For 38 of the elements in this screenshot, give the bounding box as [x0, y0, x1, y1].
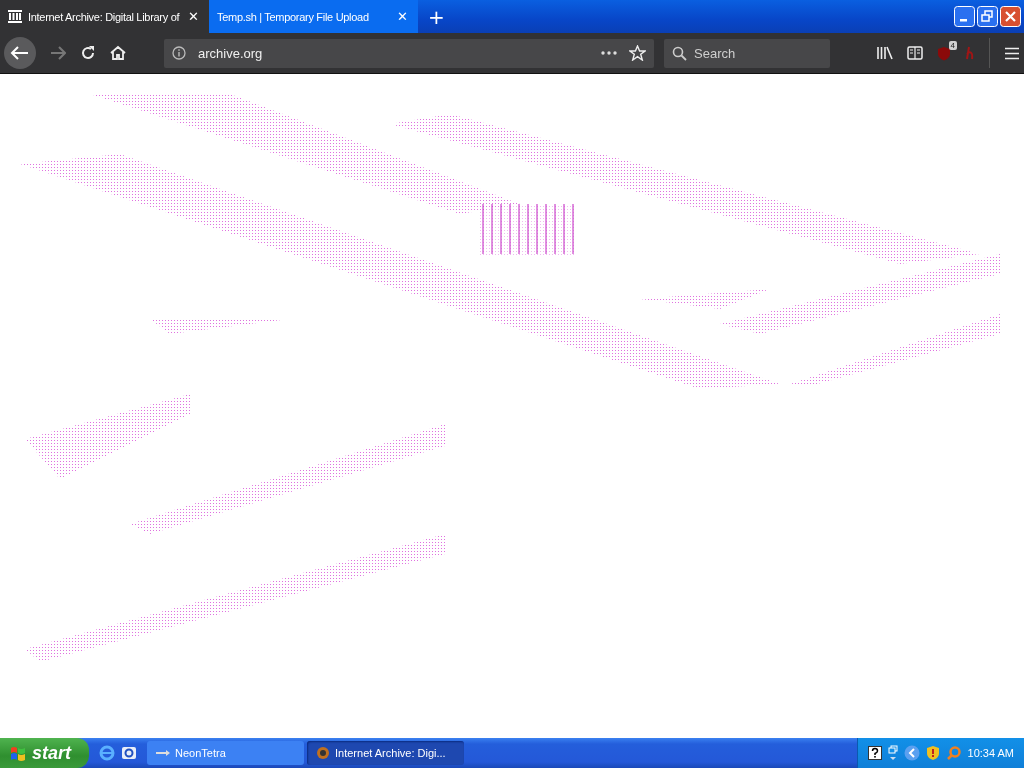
home-icon[interactable]: [110, 45, 126, 61]
browser-icon[interactable]: [99, 745, 115, 761]
search-icon: [672, 45, 687, 61]
app-icon: [315, 746, 331, 760]
info-icon[interactable]: [172, 46, 186, 60]
windows-icon[interactable]: [887, 745, 898, 761]
browser-tab[interactable]: Internet Archive: Digital Library of ✕: [0, 0, 209, 33]
address-bar[interactable]: archive.org: [164, 38, 654, 68]
sidebar-icon[interactable]: [907, 46, 923, 60]
close-tab-button[interactable]: ✕: [186, 9, 201, 24]
windows-flag-icon: [9, 745, 27, 763]
close-icon[interactable]: [1000, 6, 1021, 27]
start-button[interactable]: start: [0, 738, 89, 768]
minimize-icon[interactable]: [954, 6, 975, 27]
clock: 10:34 AM: [967, 747, 1014, 759]
search-field[interactable]: Search: [664, 38, 830, 68]
forward-arrow-icon[interactable]: [50, 46, 66, 60]
chevron-icon[interactable]: [903, 745, 920, 761]
close-tab-button[interactable]: ✕: [395, 9, 410, 24]
count-badge: 4: [948, 40, 957, 50]
shield-icon[interactable]: [925, 745, 940, 761]
shield-extension-icon[interactable]: [937, 45, 951, 61]
taskbar-window-button[interactable]: Internet Archive: Digi...: [307, 741, 464, 765]
more-actions-icon[interactable]: [601, 51, 617, 55]
restore-icon[interactable]: [977, 6, 998, 27]
url-text: archive.org: [198, 45, 264, 61]
browser-tab[interactable]: Temp.sh | Temporary File Upload ✕: [209, 0, 418, 33]
mail-icon[interactable]: [121, 745, 137, 761]
reload-icon[interactable]: [80, 45, 96, 61]
library-icon[interactable]: [876, 46, 893, 60]
bookmark-star-icon[interactable]: [629, 45, 646, 61]
tab-title: Internet Archive: Digital Library of: [28, 10, 181, 23]
tab-title: Temp.sh | Temporary File Upload: [217, 10, 370, 23]
help-icon[interactable]: [867, 746, 882, 760]
menu-icon[interactable]: [1004, 46, 1020, 60]
new-tab-button[interactable]: +: [418, 0, 455, 33]
columns-building-icon: [8, 10, 22, 23]
taskbar-window-button[interactable]: NeonTetra: [147, 741, 304, 765]
